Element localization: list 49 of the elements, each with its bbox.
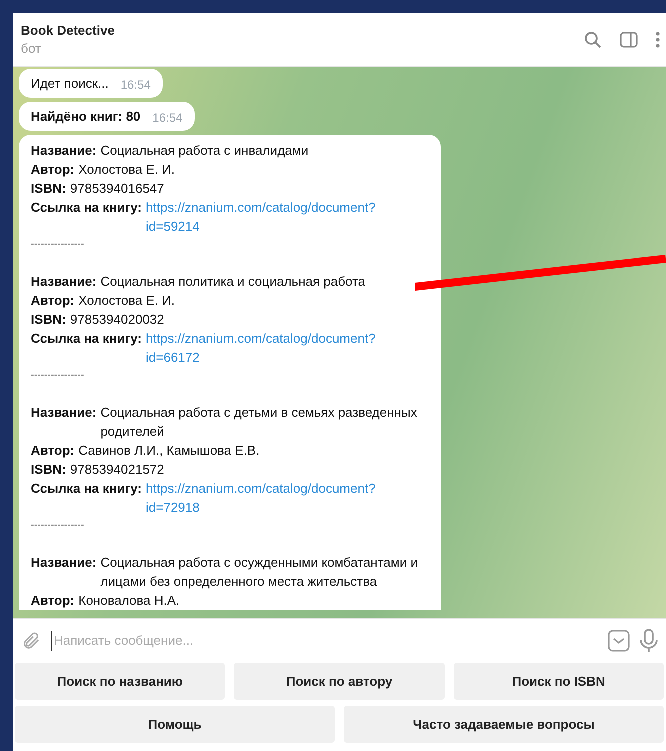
field-value: Социальная работа с осужденными комбатантами и лицами без определенного места жительства (100, 554, 419, 591)
message-time: 16:54 (152, 110, 183, 127)
book-link[interactable]: https://znanium.com/catalog/document?id=66172 (146, 329, 429, 367)
field-value: 9785394021572 (70, 461, 164, 479)
keyboard-button[interactable]: Поиск по автору (234, 663, 445, 700)
field-label: Название: (31, 142, 97, 160)
field-label: ISBN: (31, 180, 66, 198)
keyboard-button[interactable]: Поиск по ISBN (454, 663, 664, 700)
field-label: Автор: (31, 292, 75, 310)
book-link[interactable]: https://znanium.com/catalog/document?id=59214 (146, 198, 429, 236)
message-input[interactable]: Написать сообщение... (51, 631, 598, 651)
search-icon[interactable] (584, 30, 602, 48)
message-time: 16:54 (120, 77, 151, 94)
book-link[interactable]: https://znanium.com/catalog/document?id=72918 (146, 479, 429, 517)
chat-title: Book Detective (21, 22, 115, 40)
field-label: ISBN: (31, 311, 66, 329)
field-value: Савинов Л.И., Камышова Е.В. (78, 442, 260, 460)
message-text: Найдёно книг: 80 (31, 108, 141, 126)
chat-subtitle: бот (21, 40, 42, 58)
field-value: Коновалова Н.А. (78, 592, 180, 610)
field-label: Название: (31, 554, 97, 572)
keyboard-button[interactable]: Часто задаваемые вопросы (344, 706, 664, 743)
sidebar-toggle-icon[interactable] (620, 32, 638, 48)
paperclip-icon[interactable] (21, 631, 41, 651)
field-label: Ссылка на книгу: (31, 480, 142, 498)
field-label: Автор: (31, 442, 75, 460)
microphone-icon[interactable] (640, 629, 658, 653)
field-value: 9785394016547 (70, 180, 164, 198)
field-value: Социальная политика и социальная работа (100, 273, 366, 291)
message-text: Идет поиск... (31, 75, 109, 93)
field-value: 9785394020032 (70, 311, 164, 329)
keyboard-button[interactable]: Помощь (15, 706, 335, 743)
separator-text: ---------------- (31, 238, 86, 252)
field-label: ISBN: (31, 461, 66, 479)
field-value: Холостова Е. И. (78, 161, 176, 179)
field-label: Автор: (31, 592, 75, 610)
field-label: Название: (31, 273, 97, 291)
field-value: Социальная работа с инвалидами (100, 142, 309, 160)
field-label: Ссылка на книгу: (31, 199, 142, 217)
keyboard-toggle-icon[interactable] (608, 630, 630, 652)
separator-text: ---------------- (31, 519, 86, 533)
keyboard-button[interactable]: Поиск по названию (15, 663, 226, 700)
field-label: Название: (31, 404, 97, 422)
field-value: Холостова Е. И. (78, 292, 176, 310)
field-label: Автор: (31, 161, 75, 179)
separator-text: ---------------- (31, 369, 86, 383)
more-icon[interactable] (656, 32, 660, 48)
field-value: Социальная работа с детьми в семьях разведенных родителей (100, 404, 418, 441)
field-label: Ссылка на книгу: (31, 330, 142, 348)
